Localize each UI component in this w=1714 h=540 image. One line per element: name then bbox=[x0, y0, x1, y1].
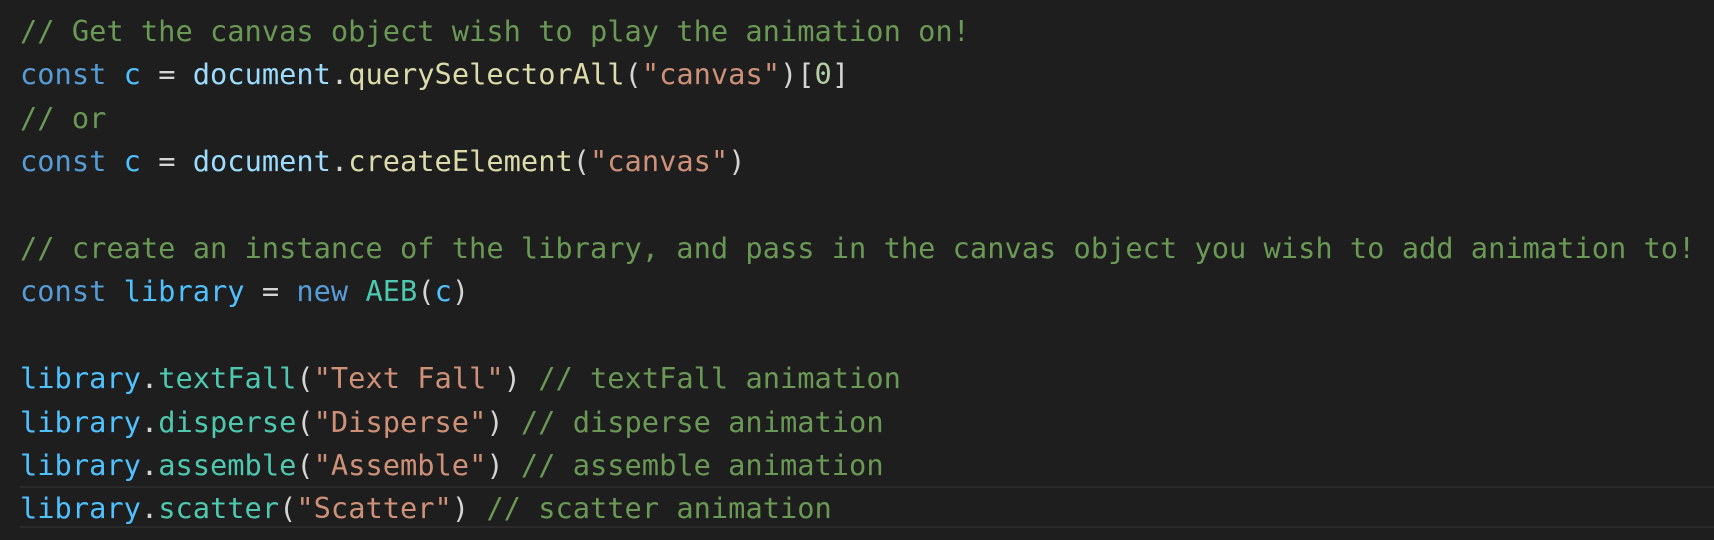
code-token-punct: ( bbox=[279, 491, 297, 526]
code-token-punct: ) bbox=[451, 491, 487, 526]
code-token-punct: ( bbox=[296, 361, 314, 396]
code-token-punct: ( bbox=[624, 57, 642, 92]
code-token-comment: // or bbox=[20, 100, 107, 135]
code-token-punct: . bbox=[140, 361, 159, 396]
code-token-method: scatter bbox=[158, 491, 280, 526]
code-token-string: "Text Fall" bbox=[313, 361, 504, 396]
code-token-punct: . bbox=[140, 404, 159, 439]
code-token-number: 0 bbox=[814, 57, 832, 92]
code-token-comment: // textFall animation bbox=[538, 361, 901, 396]
code-line[interactable] bbox=[20, 314, 1695, 357]
code-token-keyword: new bbox=[296, 274, 349, 309]
code-token-constant: c bbox=[123, 57, 141, 92]
code-token-constant: library bbox=[20, 361, 141, 396]
code-token-punct: . bbox=[140, 491, 159, 526]
code-line[interactable]: library.assemble("Assemble") // assemble… bbox=[20, 444, 1695, 487]
code-token-class: AEB bbox=[365, 274, 418, 309]
code-token-punct: . bbox=[140, 447, 159, 482]
code-editor[interactable]: // Get the canvas object wish to play th… bbox=[0, 0, 1714, 540]
code-line[interactable]: // create an instance of the library, an… bbox=[20, 227, 1695, 270]
code-token-comment: // Get the canvas object wish to play th… bbox=[20, 14, 970, 48]
code-token-method: textFall bbox=[158, 361, 297, 396]
code-token-punct: ) bbox=[503, 361, 539, 396]
code-token-keyword: const bbox=[20, 144, 107, 179]
code-token-string: "Assemble" bbox=[313, 447, 487, 482]
code-token-variable: document bbox=[192, 57, 331, 92]
code-token-punct: = bbox=[140, 144, 193, 179]
code-line[interactable] bbox=[20, 184, 1695, 227]
code-token-constant: library bbox=[20, 491, 141, 526]
code-token-punct: ) bbox=[728, 144, 746, 179]
code-token-punct: ( bbox=[417, 274, 435, 309]
code-token-punct: ) bbox=[451, 274, 470, 309]
code-token-keyword: const bbox=[20, 57, 107, 92]
code-token-string: "Scatter" bbox=[296, 491, 452, 526]
code-block[interactable]: // Get the canvas object wish to play th… bbox=[20, 10, 1695, 531]
code-token-string: "Disperse" bbox=[313, 404, 487, 439]
code-token-method: assemble bbox=[158, 447, 297, 482]
code-token-constant: library bbox=[123, 274, 245, 309]
code-token-punct: ) bbox=[486, 447, 521, 482]
code-token-punct bbox=[106, 57, 123, 91]
code-line[interactable]: const c = document.createElement("canvas… bbox=[20, 140, 1695, 183]
code-token-func: createElement bbox=[348, 144, 573, 179]
code-token-punct bbox=[348, 274, 365, 308]
code-token-constant: c bbox=[123, 144, 141, 179]
code-token-comment: // disperse animation bbox=[520, 404, 884, 439]
code-line[interactable]: // or bbox=[20, 97, 1695, 140]
code-token-punct: )[ bbox=[780, 57, 815, 92]
code-token-punct: ) bbox=[486, 404, 521, 439]
code-token-string: "canvas" bbox=[641, 57, 780, 92]
code-token-constant: library bbox=[20, 447, 141, 482]
code-token-punct bbox=[106, 274, 123, 308]
code-line[interactable]: // Get the canvas object wish to play th… bbox=[20, 10, 1695, 53]
code-token-method: disperse bbox=[158, 404, 297, 439]
code-line[interactable]: const c = document.querySelectorAll("can… bbox=[20, 53, 1695, 96]
code-token-constant: c bbox=[434, 274, 452, 309]
code-token-punct: ( bbox=[572, 144, 591, 179]
code-token-func: querySelectorAll bbox=[348, 57, 625, 92]
code-token-comment: // scatter animation bbox=[486, 491, 832, 526]
code-token-punct: = bbox=[140, 57, 193, 92]
code-token-constant: library bbox=[20, 404, 141, 439]
code-token-punct: . bbox=[330, 144, 349, 179]
code-line[interactable]: library.disperse("Disperse") // disperse… bbox=[20, 401, 1695, 444]
code-token-punct bbox=[106, 144, 123, 178]
code-token-comment: // create an instance of the library, an… bbox=[20, 230, 1696, 265]
code-token-punct: . bbox=[330, 57, 349, 92]
code-line[interactable]: library.scatter("Scatter") // scatter an… bbox=[20, 487, 1695, 530]
code-token-punct: ( bbox=[296, 447, 314, 482]
code-line[interactable]: library.textFall("Text Fall") // textFal… bbox=[20, 357, 1695, 400]
code-token-punct: = bbox=[244, 274, 297, 309]
code-token-keyword: const bbox=[20, 274, 107, 309]
code-line[interactable]: const library = new AEB(c) bbox=[20, 270, 1695, 313]
code-token-punct: ] bbox=[831, 57, 850, 92]
code-token-string: "canvas" bbox=[590, 144, 729, 179]
code-token-comment: // assemble animation bbox=[520, 447, 884, 482]
code-token-variable: document bbox=[192, 144, 331, 179]
code-token-punct: ( bbox=[296, 404, 314, 439]
